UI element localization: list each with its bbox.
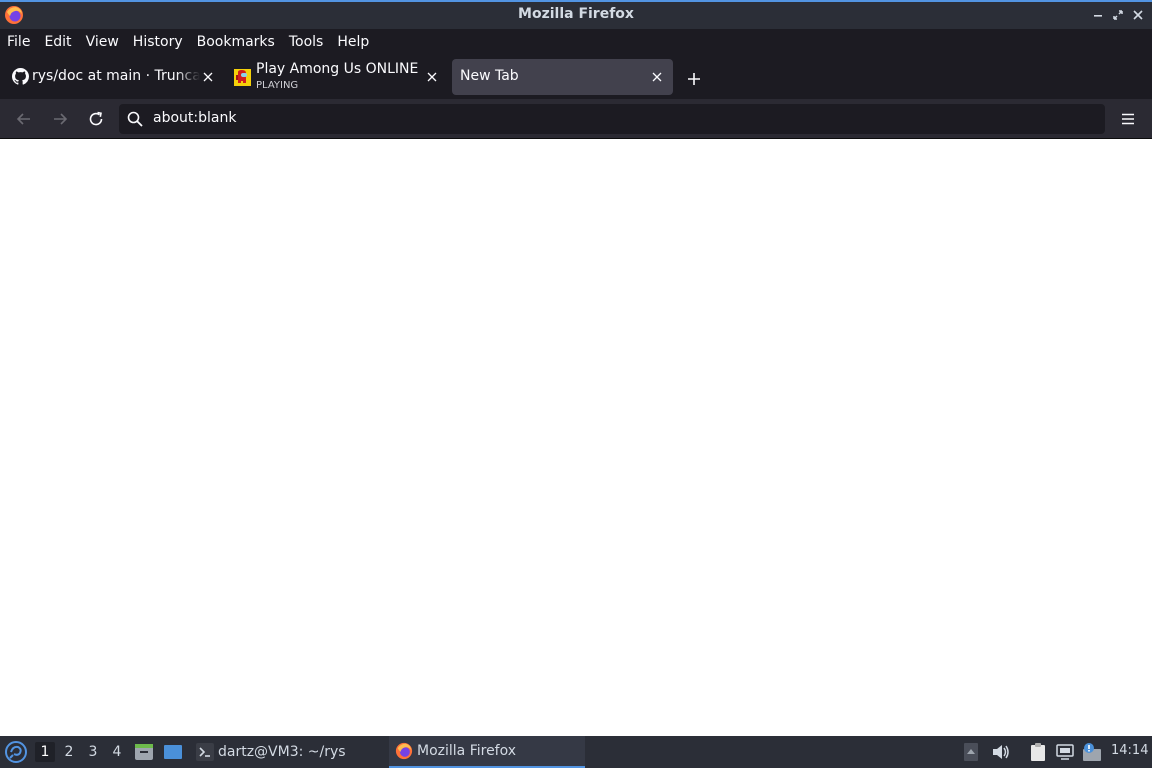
clipboard-button[interactable] (1028, 736, 1048, 768)
back-button[interactable] (12, 107, 36, 131)
notification-icon (1083, 743, 1101, 761)
file-manager-launcher[interactable] (134, 736, 154, 768)
network-icon (1056, 744, 1074, 760)
task-terminal[interactable]: dartz@VM3: ~/rys (190, 736, 346, 768)
close-tab-button[interactable] (649, 69, 665, 85)
address-bar[interactable]: about:blank (119, 104, 1105, 134)
window-titlebar[interactable]: Mozilla Firefox (0, 0, 1152, 29)
tab-strip: rys/doc at main · Truncat Play Among Us … (0, 54, 1152, 99)
show-desktop-button[interactable] (163, 736, 183, 768)
tab-new-tab[interactable]: New Tab (452, 59, 673, 95)
tab-github[interactable]: rys/doc at main · Truncat (2, 59, 220, 95)
search-icon (127, 111, 143, 127)
page-content-blank[interactable] (0, 140, 1152, 736)
menu-file[interactable]: File (7, 34, 30, 50)
volume-button[interactable] (991, 736, 1011, 768)
tray-scroll-button[interactable] (963, 736, 979, 768)
among-us-icon (234, 69, 251, 86)
app-menu-button[interactable] (1116, 107, 1140, 131)
menu-help[interactable]: Help (337, 34, 369, 50)
clipboard-icon (1031, 743, 1045, 761)
clock[interactable]: 14:14 (1111, 743, 1148, 758)
address-input[interactable]: about:blank (153, 110, 236, 126)
restore-icon (1113, 10, 1123, 20)
start-menu-button[interactable] (4, 736, 28, 768)
debian-menu-icon (5, 741, 27, 763)
close-tab-button[interactable] (424, 69, 440, 85)
workspace-2[interactable]: 2 (59, 742, 79, 762)
forward-button[interactable] (48, 107, 72, 131)
close-tab-button[interactable] (200, 69, 216, 85)
terminal-icon (196, 743, 214, 761)
menu-view[interactable]: View (86, 34, 119, 50)
tab-among-us[interactable]: Play Among Us ONLINE PLAYING (226, 59, 444, 95)
task-label: Mozilla Firefox (417, 743, 517, 759)
notification-button[interactable] (1081, 736, 1103, 768)
close-icon (652, 72, 662, 82)
maximize-button[interactable] (1110, 7, 1126, 23)
task-label: dartz@VM3: ~/rys (218, 744, 346, 760)
hamburger-menu-icon (1122, 113, 1134, 125)
menu-tools[interactable]: Tools (289, 34, 324, 50)
screen: Mozilla Firefox File Edit View History B… (0, 0, 1152, 768)
arrow-left-icon (16, 113, 30, 125)
tab-fade (176, 59, 200, 95)
close-icon (1133, 10, 1143, 20)
menu-edit[interactable]: Edit (44, 34, 71, 50)
plus-icon (688, 73, 700, 85)
file-manager-icon (135, 744, 153, 760)
desktop-icon (164, 745, 182, 759)
tab-label: New Tab (460, 68, 519, 84)
tab-label: rys/doc at main · Truncat (32, 68, 200, 84)
close-window-button[interactable] (1130, 7, 1146, 23)
menu-history[interactable]: History (133, 34, 183, 50)
volume-icon (993, 745, 1009, 759)
close-icon (427, 72, 437, 82)
menu-bar: File Edit View History Bookmarks Tools H… (0, 29, 1152, 54)
firefox-icon (395, 742, 413, 760)
workspace-3[interactable]: 3 (83, 742, 103, 762)
reload-icon (89, 111, 103, 126)
network-button[interactable] (1055, 736, 1075, 768)
arrow-right-icon (54, 113, 68, 125)
workspace-4[interactable]: 4 (107, 742, 127, 762)
tab-playing-label: PLAYING (256, 80, 299, 91)
close-icon (203, 72, 213, 82)
reload-button[interactable] (84, 107, 108, 131)
task-firefox[interactable]: Mozilla Firefox (389, 736, 585, 768)
menu-bookmarks[interactable]: Bookmarks (197, 34, 275, 50)
minimize-icon (1094, 15, 1102, 17)
window-title: Mozilla Firefox (518, 6, 634, 22)
tab-label: Play Among Us ONLINE (256, 61, 419, 77)
workspace-1[interactable]: 1 (35, 742, 55, 762)
github-icon (12, 68, 29, 85)
new-tab-button[interactable] (682, 67, 706, 91)
minimize-button[interactable] (1090, 7, 1106, 23)
navigation-toolbar: about:blank (0, 99, 1152, 139)
taskbar: 1 2 3 4 dartz@VM3: ~/rys Mozilla Firefox… (0, 736, 1152, 768)
tray-arrow-icon (964, 743, 978, 761)
